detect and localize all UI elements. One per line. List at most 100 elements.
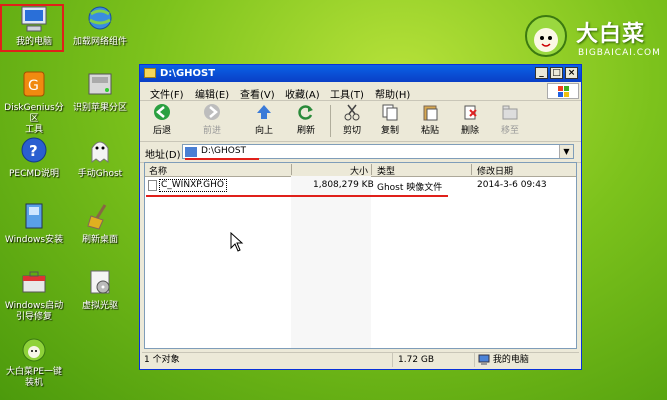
refresh-label: 刷新 [296,126,315,136]
status-count: 1 个对象 [144,353,393,367]
desktop-icon-label: PECMD说明 [8,169,60,179]
paste-label: 粘贴 [420,126,439,136]
file-icon [148,180,157,191]
address-value: D:\GHOST [201,146,247,156]
delete-label: 删除 [460,126,479,136]
cut-label: 剪切 [342,126,361,136]
desktop-icon-diskgenius[interactable]: G DiskGenius分区 工具 [0,70,68,136]
cut-button[interactable]: 剪切 [334,103,370,136]
desktop-icon-label: Windows安装 [4,235,64,245]
virtual-drive-icon [83,268,117,298]
windows-flag-icon [547,83,579,99]
menu-view[interactable]: 查看(V) [240,86,275,101]
desktop-icon-refresh-desktop[interactable]: 刷新桌面 [66,202,134,246]
maximize-button[interactable]: □ [550,67,563,79]
ghost-icon [83,136,117,166]
desktop-icon-boot-repair[interactable]: Windows启动 引导修复 [0,268,68,323]
window-title: D:\GHOST [160,68,216,79]
desktop-icon-ghost[interactable]: 手动Ghost [66,136,134,180]
column-header-row: 名称 大小 类型 修改日期 [145,163,576,177]
up-label: 向上 [254,126,273,136]
refresh-button[interactable]: 刷新 [288,103,324,136]
forward-arrow-icon [202,103,222,121]
paste-icon [420,103,440,121]
status-size-text: 1.72 GB [398,355,435,365]
svg-text:G: G [28,78,39,94]
forward-label: 前进 [202,126,221,136]
move-icon [500,103,520,121]
menu-help[interactable]: 帮助(H) [375,86,410,101]
close-button[interactable]: × [565,67,578,79]
desktop-icon-my-computer[interactable]: 我的电脑 [0,4,68,52]
desktop-icon-pecmd[interactable]: ? PECMD说明 [0,136,68,180]
desktop-icon-label: Windows启动 引导修复 [4,301,64,322]
status-size: 1.72 GB [398,353,475,367]
file-list[interactable]: 名称 大小 类型 修改日期 C_WINXP.GHO 1,808,279 KB G… [144,162,577,349]
status-bar: 1 个对象 1.72 GB 我的电脑 [142,352,579,368]
hard-drive-icon [83,70,117,100]
toolbox-icon [17,268,51,298]
back-arrow-icon [152,103,172,121]
sorted-column-shade [291,176,371,348]
brand-logo: 大白菜 BIGBAICAI.COM [518,10,660,66]
computer-icon [478,354,490,365]
folder-icon [185,147,197,157]
diskgenius-icon: G [17,70,51,100]
back-button[interactable]: 后退 [144,103,180,136]
desktop-icon-label: 大白菜PE一键 装机 [5,367,63,388]
column-modified[interactable]: 修改日期 [477,164,513,177]
file-modified: 2014-3-6 09:43 [477,180,547,190]
column-divider[interactable] [291,164,292,175]
logo-title: 大白菜 [576,22,646,47]
help-icon: ? [17,136,51,166]
desktop-icon-label: DiskGenius分区 工具 [4,103,64,135]
scissors-icon [342,103,362,121]
delete-button[interactable]: 删除 [452,103,488,136]
address-label: 地址(D) [145,150,181,161]
column-type[interactable]: 类型 [377,164,395,177]
desktop-icon-label: 识别苹果分区 [72,103,127,113]
selection-highlight [0,4,64,52]
menu-favorites[interactable]: 收藏(A) [285,86,320,101]
column-name[interactable]: 名称 [149,164,167,177]
file-size: 1,808,279 KB [313,180,374,190]
desktop-icon-label: 加载网络组件 [72,37,127,47]
back-label: 后退 [152,126,171,136]
refresh-icon [296,103,316,121]
address-dropdown-button[interactable]: ▼ [559,145,573,158]
address-input[interactable]: D:\GHOST ▼ [182,144,574,159]
up-arrow-icon [254,103,274,121]
menu-edit[interactable]: 编辑(E) [195,86,229,101]
status-location-text: 我的电脑 [492,355,529,365]
desktop-icon-onekey-install[interactable]: 大白菜PE一键 装机 [0,334,68,389]
move-to-button[interactable]: 移至 [492,103,528,136]
address-bar: 地址(D) D:\GHOST ▼ [140,142,581,163]
copy-icon [380,103,400,121]
file-highlight-underline [146,195,448,197]
up-button[interactable]: 向上 [246,103,282,136]
toolbar: 后退 前进 向上 刷新 剪切 复制 粘贴 删除 移至 [140,101,581,142]
move-to-label: 移至 [500,126,519,136]
desktop-icon-windows-install[interactable]: Windows安装 [0,202,68,246]
minimize-button[interactable]: _ [535,67,548,79]
menu-file[interactable]: 文件(F) [150,86,184,101]
table-row[interactable]: C_WINXP.GHO 1,808,279 KB Ghost 映像文件 2014… [145,179,576,193]
desktop-icon-apple-partition[interactable]: 识别苹果分区 [66,70,134,114]
desktop-icon-network[interactable]: 加载网络组件 [66,4,134,48]
title-bar[interactable]: D:\GHOST _ □ × [140,65,581,82]
forward-button[interactable]: 前进 [194,103,230,136]
svg-text:?: ? [29,142,38,160]
column-divider[interactable] [471,164,472,175]
toolbar-separator [330,105,331,137]
copy-label: 复制 [380,126,399,136]
column-divider[interactable] [371,164,372,175]
paste-button[interactable]: 粘贴 [412,103,448,136]
folder-icon [144,68,156,78]
desktop-icon-label: 刷新桌面 [81,235,118,245]
broom-icon [83,202,117,232]
menu-bar: 文件(F) 编辑(E) 查看(V) 收藏(A) 工具(T) 帮助(H) [140,82,581,101]
copy-button[interactable]: 复制 [372,103,408,136]
menu-tools[interactable]: 工具(T) [330,86,364,101]
file-type: Ghost 映像文件 [377,183,443,193]
desktop-icon-virtual-drive[interactable]: 虚拟光驱 [66,268,134,312]
